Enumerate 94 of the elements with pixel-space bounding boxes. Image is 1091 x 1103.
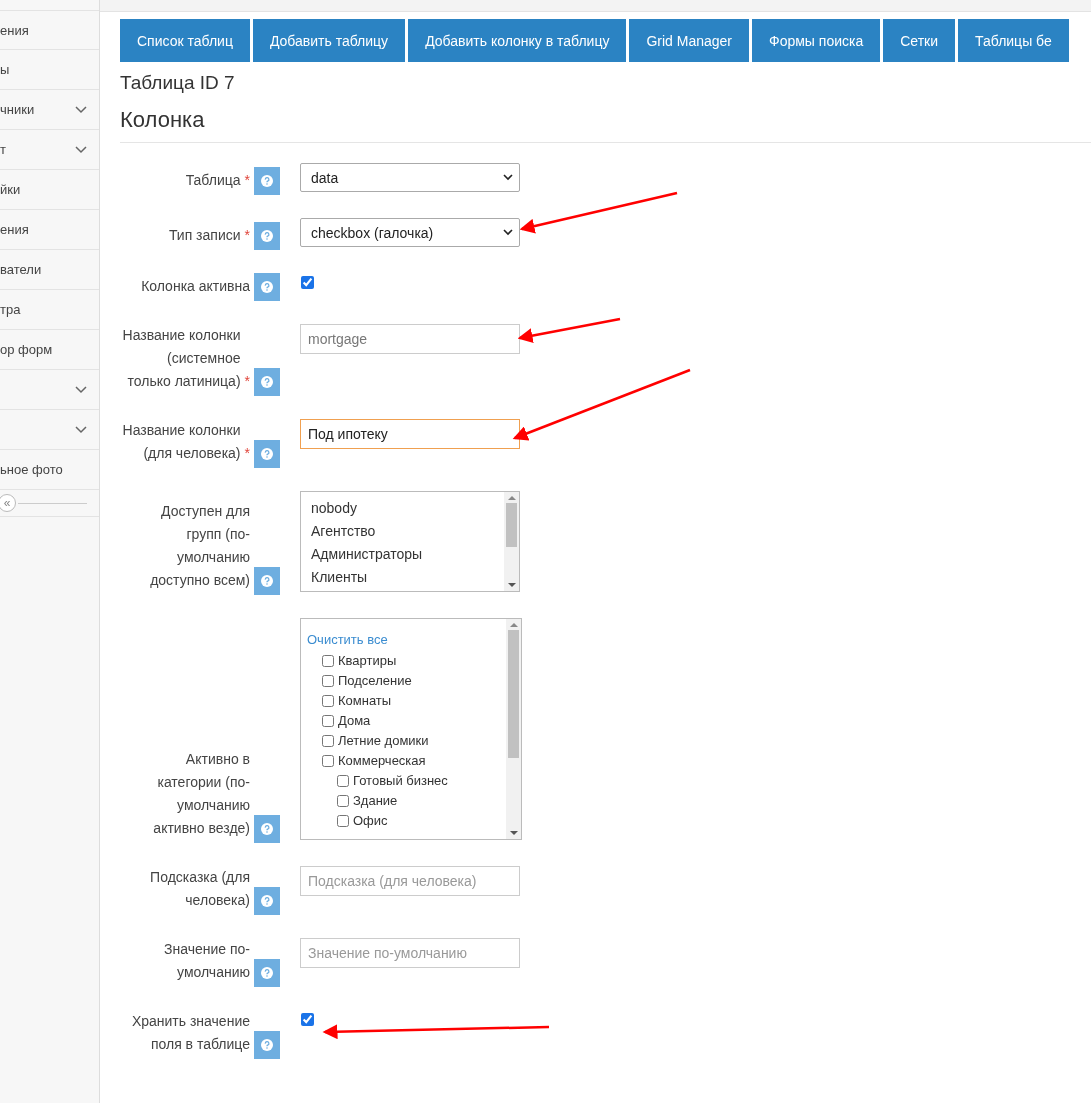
sidebar-item[interactable]: т: [0, 130, 99, 170]
chevron-down-icon: [503, 174, 513, 181]
checkbox[interactable]: [322, 655, 334, 667]
help-button[interactable]: [254, 440, 280, 468]
required-mark: *: [244, 226, 250, 245]
collapse-button[interactable]: «: [0, 494, 16, 512]
checkbox[interactable]: [337, 775, 349, 787]
question-icon: [261, 1039, 273, 1051]
sidebar-item[interactable]: ьное фото: [0, 450, 99, 490]
sidebar-item[interactable]: ор форм: [0, 330, 99, 370]
field-label: Таблица: [185, 171, 241, 190]
checkbox[interactable]: [322, 695, 334, 707]
required-mark: *: [244, 444, 250, 463]
question-icon: [261, 376, 273, 388]
category-label: Летние домики: [338, 732, 429, 750]
list-field[interactable]: nobody Агентство Администраторы Клиенты: [300, 491, 520, 592]
clear-all-link[interactable]: Очистить все: [307, 631, 500, 649]
category-label: Коммерческая: [338, 752, 426, 770]
field-label: Активно в категории (по-умолчанию активно везде): [152, 750, 250, 838]
required-mark: *: [244, 372, 250, 391]
category-label: Дома: [338, 712, 371, 730]
checkbox[interactable]: [322, 735, 334, 747]
required-mark: *: [244, 171, 250, 190]
scroll-up-icon[interactable]: [509, 622, 518, 627]
field-label: Колонка активна: [141, 277, 250, 296]
help-button[interactable]: [254, 567, 280, 595]
field-label: Название колонки (системное только латиница): [121, 326, 241, 391]
nav-button[interactable]: Grid Manager: [629, 19, 750, 62]
question-icon: [261, 895, 273, 907]
question-icon: [261, 575, 273, 587]
sidebar-item[interactable]: ы: [0, 50, 99, 90]
help-button[interactable]: [254, 273, 280, 301]
help-button[interactable]: [254, 368, 280, 396]
field-label: Подсказка (для человека): [149, 868, 250, 910]
help-button[interactable]: [254, 887, 280, 915]
text-field[interactable]: Подсказка (для человека): [300, 866, 520, 896]
checkbox[interactable]: [337, 795, 349, 807]
sidebar-item[interactable]: чники: [0, 90, 99, 130]
help-button[interactable]: [254, 815, 280, 843]
question-icon: [261, 823, 273, 835]
text-field[interactable]: Значение по-умолчанию: [300, 938, 520, 968]
sidebar-item[interactable]: ения: [0, 210, 99, 250]
scrollbar[interactable]: [506, 619, 521, 839]
help-button[interactable]: [254, 1031, 280, 1059]
sidebar-item[interactable]: ения: [0, 10, 99, 50]
question-icon: [261, 448, 273, 460]
section-title: Колонка: [120, 107, 206, 133]
select-field[interactable]: data: [300, 163, 520, 192]
list-option[interactable]: Агентство: [311, 520, 494, 543]
field-label: Название колонки (для человека): [121, 421, 241, 463]
category-label: Подселение: [338, 672, 412, 690]
question-icon: [261, 175, 273, 187]
nav-button[interactable]: Формы поиска: [752, 19, 881, 62]
checkbox[interactable]: [301, 1013, 314, 1026]
category-label: Квартиры: [338, 652, 397, 670]
nav-button[interactable]: Сетки: [883, 19, 956, 62]
help-button[interactable]: [254, 222, 280, 250]
text-field[interactable]: mortgage: [300, 324, 520, 354]
sidebar-item[interactable]: йки: [0, 170, 99, 210]
question-icon: [261, 281, 273, 293]
field-label: Доступен для групп (по-умолчанию доступно всем): [149, 502, 250, 590]
nav-button[interactable]: Список таблиц: [120, 19, 250, 62]
list-option[interactable]: Администраторы: [311, 543, 494, 566]
list-option[interactable]: Клиенты: [311, 566, 494, 589]
nav-button[interactable]: Добавить таблицу: [252, 19, 406, 62]
category-label: Здание: [353, 792, 398, 810]
nav-button[interactable]: Таблицы бе: [958, 19, 1069, 62]
checkbox[interactable]: [322, 755, 334, 767]
checkbox[interactable]: [301, 276, 314, 289]
help-button[interactable]: [254, 167, 280, 195]
nav-button[interactable]: Добавить колонку в таблицу: [408, 19, 627, 62]
scrollbar[interactable]: [504, 492, 519, 591]
checkbox[interactable]: [322, 715, 334, 727]
list-option[interactable]: nobody: [311, 497, 494, 520]
field-label: Хранить значение поля в таблице: [130, 1012, 250, 1054]
sidebar-item[interactable]: тра: [0, 290, 99, 330]
checkbox[interactable]: [337, 815, 349, 827]
scroll-down-icon[interactable]: [507, 583, 516, 588]
help-button[interactable]: [254, 959, 280, 987]
category-label: Комнаты: [338, 692, 392, 710]
checkbox[interactable]: [322, 675, 334, 687]
select-field[interactable]: checkbox (галочка): [300, 218, 520, 247]
scroll-up-icon[interactable]: [507, 495, 516, 500]
scroll-down-icon[interactable]: [509, 831, 518, 836]
question-icon: [261, 230, 273, 242]
sidebar-item[interactable]: ватели: [0, 250, 99, 290]
text-field[interactable]: Под ипотеку: [300, 419, 520, 449]
field-label: Значение по-умолчанию: [163, 940, 250, 982]
chevron-down-icon: [503, 229, 513, 236]
category-label: Готовый бизнес: [353, 772, 448, 790]
question-icon: [261, 967, 273, 979]
page-title: Таблица ID 7: [120, 72, 236, 94]
category-label: Офис: [353, 812, 388, 830]
field-label: Тип записи: [168, 226, 241, 245]
